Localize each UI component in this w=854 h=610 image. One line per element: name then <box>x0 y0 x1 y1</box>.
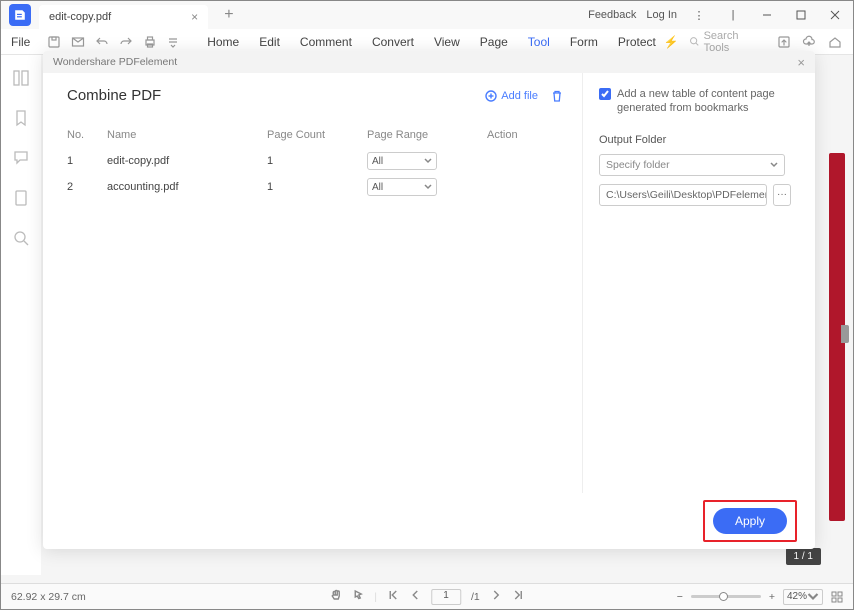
feedback-link[interactable]: Feedback <box>588 9 636 21</box>
output-folder-label: Output Folder <box>599 134 799 146</box>
undo-icon[interactable] <box>94 34 110 50</box>
pagerange-select[interactable]: All <box>367 152 437 170</box>
menu-bar: Home Edit Comment Convert View Page Tool… <box>207 35 656 49</box>
col-pagecount: Page Count <box>267 129 367 141</box>
table-row[interactable]: 2 accounting.pdf 1 All <box>67 174 564 200</box>
col-pagerange: Page Range <box>367 129 487 141</box>
redo-icon[interactable] <box>118 34 134 50</box>
home-icon[interactable] <box>827 34 843 50</box>
toc-label: Add a new table of content page generate… <box>617 87 799 116</box>
search-icon[interactable] <box>12 229 30 247</box>
page-indicator: 1 / 1 <box>786 548 821 565</box>
dialog-title: Combine PDF <box>67 87 161 104</box>
add-file-button[interactable]: Add file <box>485 90 538 102</box>
thumbnails-icon[interactable] <box>12 69 30 87</box>
titlebar: edit-copy.pdf × + Feedback Log In ⋮ | <box>1 1 853 29</box>
zoom-out-button[interactable]: − <box>677 591 683 603</box>
row-name: accounting.pdf <box>107 181 267 193</box>
menu-tool[interactable]: Tool <box>528 35 550 49</box>
document-tab[interactable]: edit-copy.pdf × <box>39 5 208 29</box>
page-input[interactable]: 1 <box>431 589 461 605</box>
menu-home[interactable]: Home <box>207 35 239 49</box>
output-folder-select[interactable]: Specify folder <box>599 154 785 176</box>
file-table: No. Name Page Count Page Range Action 1 … <box>67 122 564 200</box>
output-path-field[interactable]: C:\Users\Geili\Desktop\PDFelement\Cc <box>599 184 767 206</box>
lightning-icon[interactable]: ⚡ <box>664 35 679 49</box>
search-tools[interactable]: Search Tools <box>689 30 766 54</box>
page-dimensions: 62.92 x 29.7 cm <box>11 591 86 603</box>
kebab-menu-icon[interactable]: ⋮ <box>687 3 711 27</box>
row-no: 1 <box>67 155 107 167</box>
apply-highlight: Apply <box>703 500 797 542</box>
search-placeholder: Search Tools <box>704 30 766 54</box>
dialog-product-name: Wondershare PDFelement <box>53 56 177 68</box>
col-action: Action <box>487 129 547 141</box>
bookmark-icon[interactable] <box>12 109 30 127</box>
first-page-button[interactable] <box>387 589 399 604</box>
file-list-pane: Combine PDF Add file No. Name Page Count… <box>43 73 583 493</box>
menu-edit[interactable]: Edit <box>259 35 280 49</box>
share-icon[interactable] <box>776 34 792 50</box>
zoom-in-button[interactable]: + <box>769 591 775 603</box>
zoom-select[interactable]: 42% <box>783 589 823 605</box>
menu-form[interactable]: Form <box>570 35 598 49</box>
combine-pdf-dialog: Wondershare PDFelement × Combine PDF Add… <box>43 51 815 549</box>
comment-icon[interactable] <box>12 149 30 167</box>
menu-view[interactable]: View <box>434 35 460 49</box>
menu-comment[interactable]: Comment <box>300 35 352 49</box>
app-logo-icon <box>9 4 31 26</box>
close-tab-icon[interactable]: × <box>191 10 198 24</box>
next-page-button[interactable] <box>490 589 502 604</box>
menu-page[interactable]: Page <box>480 35 508 49</box>
select-tool-icon[interactable] <box>352 589 364 604</box>
left-rail <box>1 55 41 575</box>
toc-checkbox[interactable] <box>599 88 611 100</box>
delete-icon[interactable] <box>550 89 564 103</box>
divider: | <box>721 3 745 27</box>
save-icon[interactable] <box>46 34 62 50</box>
row-pagecount: 1 <box>267 155 367 167</box>
mail-icon[interactable] <box>70 34 86 50</box>
last-page-button[interactable] <box>512 589 524 604</box>
menu-protect[interactable]: Protect <box>618 35 656 49</box>
pagerange-select[interactable]: All <box>367 178 437 196</box>
table-row[interactable]: 1 edit-copy.pdf 1 All <box>67 148 564 174</box>
menu-convert[interactable]: Convert <box>372 35 414 49</box>
print-icon[interactable] <box>142 34 158 50</box>
options-pane: Add a new table of content page generate… <box>583 73 815 493</box>
minimize-button[interactable] <box>755 3 779 27</box>
dialog-header: Wondershare PDFelement × <box>43 51 815 73</box>
row-name: edit-copy.pdf <box>107 155 267 167</box>
row-pagecount: 1 <box>267 181 367 193</box>
maximize-button[interactable] <box>789 3 813 27</box>
status-bar: 62.92 x 29.7 cm | 1 /1 − + 42% <box>1 583 853 609</box>
attachment-icon[interactable] <box>12 189 30 207</box>
login-link[interactable]: Log In <box>646 9 677 21</box>
new-tab-button[interactable]: + <box>224 6 233 24</box>
prev-page-button[interactable] <box>409 589 421 604</box>
cloud-icon[interactable] <box>802 34 818 50</box>
col-no: No. <box>67 129 107 141</box>
add-file-label: Add file <box>501 90 538 102</box>
dialog-close-button[interactable]: × <box>797 55 805 70</box>
apply-button[interactable]: Apply <box>713 508 787 534</box>
tab-title: edit-copy.pdf <box>49 11 111 23</box>
dropdown-icon[interactable] <box>165 34 181 50</box>
col-name: Name <box>107 129 267 141</box>
file-menu[interactable]: File <box>11 35 30 49</box>
fit-view-icon[interactable] <box>831 591 843 603</box>
browse-button[interactable]: ··· <box>773 184 791 206</box>
page-total: /1 <box>471 591 480 603</box>
zoom-slider[interactable] <box>691 595 761 598</box>
window-close-button[interactable] <box>823 3 847 27</box>
hand-tool-icon[interactable] <box>330 589 342 604</box>
side-handle[interactable] <box>841 325 849 343</box>
row-no: 2 <box>67 181 107 193</box>
